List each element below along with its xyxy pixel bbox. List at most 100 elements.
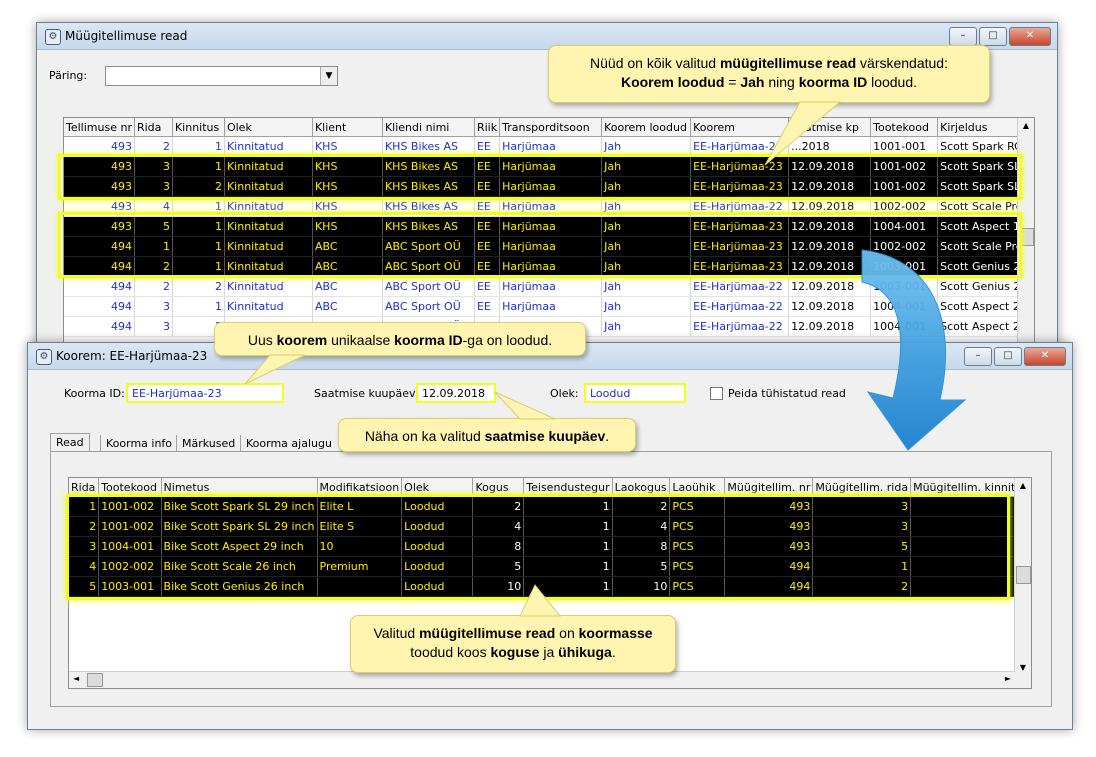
table-cell[interactable]: 1 <box>172 156 225 177</box>
table-row[interactable]: 3 1004-001 Bike Scott Aspect 29 inch 10 Lood… <box>69 536 1031 557</box>
table-cell[interactable]: ...2018 <box>788 136 872 157</box>
hide-cancelled-checkbox[interactable] <box>710 387 723 400</box>
orders-column-header[interactable]: Riik <box>474 118 501 137</box>
load-column-header[interactable]: Rida <box>69 478 100 497</box>
table-cell[interactable]: Harjümaa <box>499 276 603 297</box>
table-cell[interactable]: ABC Sport OÜ <box>382 296 475 317</box>
table-cell[interactable]: Harjümaa <box>499 136 603 157</box>
scroll-left-icon[interactable]: ◄ <box>73 674 79 683</box>
orders-column-header[interactable]: Olek <box>224 118 313 137</box>
table-cell[interactable]: 5 <box>812 536 912 557</box>
minimize-icon[interactable]: – <box>949 27 977 46</box>
table-cell[interactable]: Scott Spark SL <box>937 156 1026 177</box>
table-cell[interactable]: ABC Sport OÜ <box>382 276 475 297</box>
orders-vertical-scrollbar[interactable]: ▲ <box>1017 118 1034 354</box>
table-cell[interactable]: 1 <box>523 556 613 577</box>
table-cell[interactable]: 1 <box>172 196 225 217</box>
table-cell[interactable]: 5 <box>134 216 173 237</box>
table-cell[interactable]: 3 <box>69 536 100 557</box>
table-cell[interactable]: 1002-002 <box>870 236 939 257</box>
table-cell[interactable]: Loodud <box>401 576 474 597</box>
table-cell[interactable]: Jah <box>601 256 692 277</box>
load-column-header[interactable]: Müügitellim. kinnitus <box>910 478 1031 497</box>
chevron-down-icon[interactable]: ▼ <box>320 67 337 85</box>
table-cell[interactable]: Kinnitatud <box>224 136 313 157</box>
table-cell[interactable]: Kinnitatud <box>224 216 313 237</box>
table-cell[interactable]: 4 <box>69 556 100 577</box>
table-cell[interactable]: KHS Bikes AS <box>382 216 475 237</box>
status-field[interactable]: Loodud <box>584 383 686 403</box>
table-cell[interactable]: 1004-001 <box>870 316 939 337</box>
table-cell[interactable]: ABC <box>312 296 383 317</box>
table-cell[interactable]: ABC <box>312 276 383 297</box>
table-cell[interactable]: Jah <box>601 216 692 237</box>
table-cell[interactable]: 4 <box>134 196 173 217</box>
load-horizontal-scrollbar[interactable]: ◄ ► <box>69 671 1015 688</box>
table-cell[interactable]: 493 <box>64 156 135 177</box>
table-cell[interactable]: 1 <box>69 496 100 517</box>
table-cell[interactable]: EE <box>474 176 501 197</box>
orders-column-header[interactable]: Rida <box>134 118 173 137</box>
table-row[interactable]: 5 1003-001 Bike Scott Genius 26 inch Loodud… <box>69 576 1031 597</box>
table-cell[interactable]: Jah <box>601 196 692 217</box>
table-cell[interactable]: KHS <box>312 136 383 157</box>
table-cell[interactable]: EE-Harjümaa-23 <box>690 176 790 197</box>
scroll-thumb[interactable] <box>1019 228 1034 246</box>
orders-column-header[interactable]: Kinnitus <box>172 118 225 137</box>
table-cell[interactable]: 4 <box>472 516 525 537</box>
table-cell[interactable]: Jah <box>601 316 692 337</box>
table-cell[interactable] <box>317 576 403 597</box>
table-cell[interactable]: 1 <box>523 496 613 517</box>
table-cell[interactable]: KHS Bikes AS <box>382 196 475 217</box>
table-row[interactable]: 493 2 1 Kinnitatud KHS KHS Bikes AS EE Harjümaa… <box>64 136 1026 157</box>
table-cell[interactable]: 1 <box>523 576 613 597</box>
table-cell[interactable]: 5 <box>612 556 671 577</box>
table-cell[interactable]: Premium <box>317 556 403 577</box>
table-cell[interactable]: Loodud <box>401 536 474 557</box>
table-cell[interactable]: Harjümaa <box>499 296 603 317</box>
minimize-icon[interactable]: – <box>964 347 992 366</box>
table-row[interactable]: 493 3 1 Kinnitatud KHS KHS Bikes AS EE Harjümaa… <box>64 156 1026 177</box>
table-cell[interactable]: ABC Sport OÜ <box>382 256 475 277</box>
table-row[interactable]: 494 3 1 Kinnitatud ABC ABC Sport OÜ EE Harjümaa… <box>64 296 1026 317</box>
table-cell[interactable]: 1003-001 <box>870 256 939 277</box>
orders-column-header[interactable]: Kliendi nimi <box>382 118 475 137</box>
table-cell[interactable]: 1002-002 <box>870 196 939 217</box>
table-cell[interactable]: 493 <box>64 176 135 197</box>
table-cell[interactable]: Loodud <box>401 556 474 577</box>
table-cell[interactable]: PCS <box>669 536 726 557</box>
orders-column-header[interactable]: Koorem <box>690 118 790 137</box>
table-cell[interactable]: Scott Genius 2 <box>937 256 1026 277</box>
maximize-icon[interactable]: □ <box>994 347 1022 366</box>
table-cell[interactable]: EE-Harjümaa-23 <box>690 236 790 257</box>
table-cell[interactable]: 1 <box>910 496 1031 517</box>
table-cell[interactable]: Harjümaa <box>499 236 603 257</box>
load-column-header[interactable]: Teisendustegur <box>523 478 613 497</box>
table-cell[interactable]: Elite S <box>317 516 403 537</box>
table-cell[interactable]: Bike Scott Aspect 29 inch <box>161 536 318 557</box>
load-column-header[interactable]: Kogus <box>472 478 525 497</box>
table-cell[interactable]: Elite L <box>317 496 403 517</box>
table-cell[interactable]: 2 <box>612 496 671 517</box>
table-cell[interactable]: 2 <box>812 576 912 597</box>
table-row[interactable]: 493 3 2 Kinnitatud KHS KHS Bikes AS EE Harjümaa… <box>64 176 1026 197</box>
orders-column-header[interactable]: Saatmise kp <box>788 118 872 137</box>
table-cell[interactable]: Harjümaa <box>499 156 603 177</box>
table-cell[interactable]: Kinnitatud <box>224 196 313 217</box>
table-cell[interactable]: 12.09.2018 <box>788 216 872 237</box>
table-cell[interactable]: KHS Bikes AS <box>382 176 475 197</box>
table-cell[interactable]: 12.09.2018 <box>788 256 872 277</box>
table-cell[interactable]: 3 <box>134 156 173 177</box>
table-cell[interactable]: 3 <box>134 316 173 337</box>
table-cell[interactable]: 1 <box>134 236 173 257</box>
table-cell[interactable]: Harjümaa <box>499 196 603 217</box>
table-cell[interactable]: 2 <box>172 276 225 297</box>
table-cell[interactable]: EE <box>474 236 501 257</box>
table-cell[interactable]: 1001-002 <box>98 496 162 517</box>
table-cell[interactable]: EE <box>474 296 501 317</box>
table-cell[interactable]: Bike Scott Spark SL 29 inch <box>161 516 318 537</box>
table-cell[interactable]: Jah <box>601 236 692 257</box>
table-cell[interactable]: Jah <box>601 276 692 297</box>
table-cell[interactable]: 1 <box>523 516 613 537</box>
table-cell[interactable]: 1003-001 <box>98 576 162 597</box>
